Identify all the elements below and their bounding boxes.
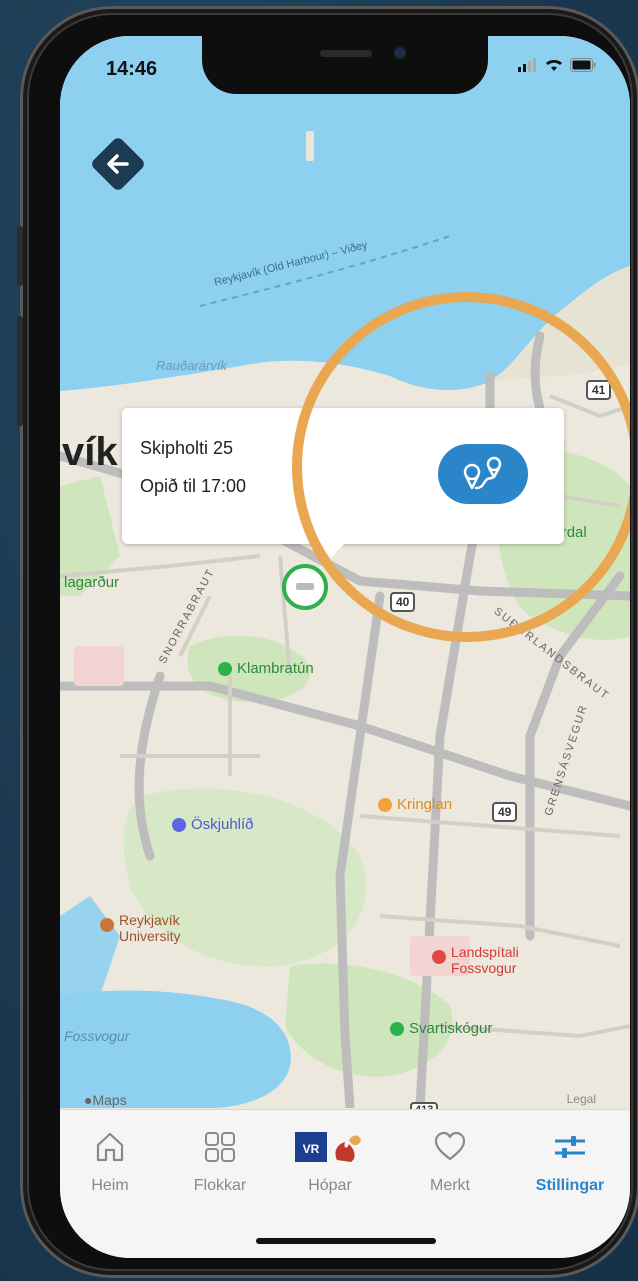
map-label-gardur: lagarður — [64, 574, 120, 591]
tab-hopar[interactable]: VR Hópar — [280, 1130, 380, 1195]
map-poi-kringlan[interactable]: Kringlan — [378, 796, 452, 813]
store-location-marker[interactable] — [282, 564, 328, 610]
back-button[interactable] — [90, 136, 146, 192]
school-icon — [100, 918, 114, 932]
vr-logo-icon: VR — [295, 1132, 361, 1162]
shopping-icon — [378, 797, 392, 812]
grid-icon — [205, 1132, 235, 1162]
home-icon — [96, 1132, 124, 1162]
phone-volume-button — [17, 316, 23, 426]
tab-stillingar[interactable]: Stillingar — [520, 1130, 620, 1195]
phone-notch — [202, 36, 488, 94]
heart-icon — [434, 1131, 466, 1161]
tab-heim[interactable]: Heim — [60, 1130, 160, 1195]
highlight-circle — [292, 292, 630, 642]
speaker-grille — [320, 50, 372, 57]
svg-text:VR: VR — [303, 1142, 320, 1156]
phone-screen: Reykjavík (Old Harbour) – Viðey Rauðarár… — [60, 36, 630, 1258]
legal-link[interactable]: Legal — [567, 1092, 596, 1106]
landmark-icon — [172, 817, 186, 832]
sliders-icon — [555, 1136, 585, 1158]
map-poi-landspitali[interactable]: Landspítali Fossvogur — [432, 944, 519, 976]
store-logo-icon — [296, 583, 314, 590]
park-icon — [390, 1021, 404, 1036]
status-icons — [518, 58, 596, 72]
battery-icon — [570, 58, 596, 72]
maps-attribution: ●Maps — [84, 1092, 127, 1108]
tab-bar: Heim Flokkar VR Hópar Merkt Stillingar — [60, 1109, 630, 1258]
phone-side-button — [17, 226, 23, 286]
opening-hours: Opið til 17:00 — [140, 476, 247, 496]
location-name: Skipholti 25 — [140, 438, 234, 458]
cellular-signal-icon — [518, 58, 536, 72]
map-poi-klambratun[interactable]: Klambratún — [218, 660, 314, 677]
front-camera — [394, 47, 406, 59]
road-shield-49: 49 — [492, 802, 518, 822]
phone-frame: Reykjavík (Old Harbour) – Viðey Rauðarár… — [17, 6, 638, 1278]
tab-flokkar[interactable]: Flokkar — [170, 1130, 270, 1195]
map-label-fossvogur: Fossvogur — [64, 1028, 130, 1044]
home-indicator[interactable] — [256, 1238, 436, 1244]
map-poi-oskjuhlid[interactable]: Öskjuhlíð — [172, 816, 254, 833]
map-poi-reykjavik-university[interactable]: Reykjavík University — [100, 912, 180, 944]
map-poi-svartiskogur[interactable]: Svartiskógur — [390, 1020, 492, 1037]
map-label-city: vík — [62, 430, 118, 474]
tab-merkt[interactable]: Merkt — [400, 1130, 500, 1195]
park-icon — [218, 661, 232, 676]
wifi-icon — [546, 60, 562, 71]
status-time: 14:46 — [106, 58, 158, 80]
map-label-raudararvik: Rauðarárvík — [156, 358, 227, 373]
hospital-icon — [432, 950, 446, 964]
